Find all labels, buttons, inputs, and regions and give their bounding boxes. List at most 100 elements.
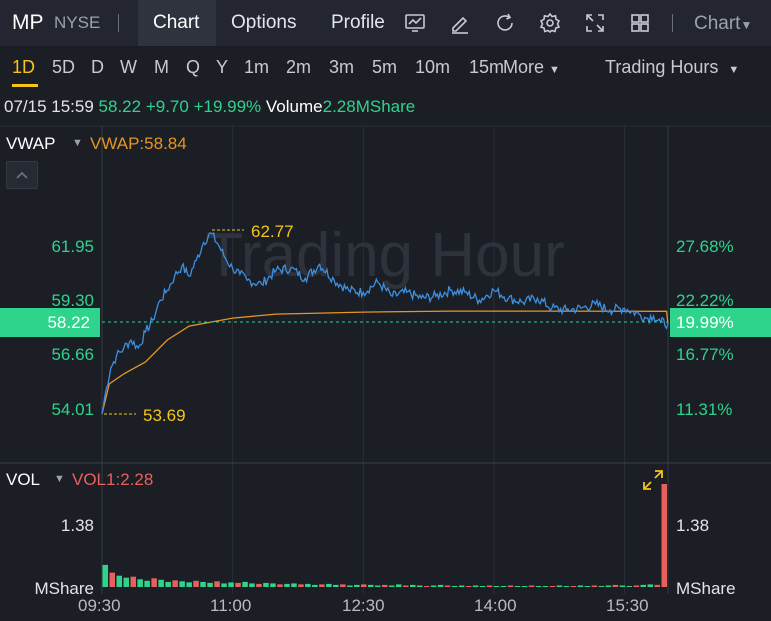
volume-bar bbox=[556, 585, 563, 587]
volume-bar bbox=[382, 584, 388, 587]
quote-info-line: 07/15 15:59 58.22 +9.70 +19.99% Volume2.… bbox=[4, 97, 415, 117]
volume-bar bbox=[403, 585, 409, 587]
timeframe-10m[interactable]: 10m bbox=[415, 57, 450, 78]
volume-bar bbox=[619, 585, 626, 587]
grid-layout-icon[interactable] bbox=[628, 11, 652, 35]
volume-bar bbox=[249, 583, 255, 587]
settings-gear-icon[interactable] bbox=[538, 11, 562, 35]
tab-chart[interactable]: Chart bbox=[138, 0, 216, 46]
volume-indicator-name[interactable]: VOL bbox=[6, 470, 40, 490]
indicator-dropdown-icon[interactable]: ▼ bbox=[72, 137, 83, 149]
volume-bar bbox=[102, 564, 108, 587]
volume-bar bbox=[577, 585, 584, 587]
trading-hours-label: Trading Hours bbox=[605, 57, 719, 77]
volume-bar bbox=[549, 586, 556, 587]
volume-bar bbox=[228, 582, 234, 587]
timeframe-y[interactable]: Y bbox=[216, 57, 228, 78]
refresh-icon[interactable] bbox=[493, 11, 517, 35]
volume-bar bbox=[193, 580, 199, 587]
vwap-polyline bbox=[101, 310, 669, 414]
volume-bar bbox=[116, 575, 122, 587]
draw-pen-icon[interactable] bbox=[448, 11, 472, 35]
percent-tick: 27.68% bbox=[676, 237, 734, 256]
timeframe-1m[interactable]: 1m bbox=[244, 57, 269, 78]
fullscreen-icon[interactable] bbox=[583, 11, 607, 35]
expand-icon[interactable] bbox=[641, 468, 665, 492]
timeframe-3m[interactable]: 3m bbox=[329, 57, 354, 78]
x-tick: 11:00 bbox=[210, 596, 252, 615]
toolbar-divider bbox=[118, 14, 119, 32]
x-tick: 15:30 bbox=[606, 596, 649, 615]
timeframe-q[interactable]: Q bbox=[186, 57, 200, 78]
quote-price: 58.22 bbox=[98, 97, 142, 116]
volume-bar bbox=[319, 584, 325, 587]
volume-bar bbox=[305, 583, 311, 587]
volume-bar bbox=[375, 585, 381, 587]
collapse-panel-button[interactable] bbox=[6, 161, 38, 189]
volume-bar bbox=[144, 580, 150, 587]
volume-bar bbox=[640, 584, 646, 587]
exchange-label: NYSE bbox=[54, 13, 101, 32]
volume-dropdown-icon[interactable]: ▼ bbox=[54, 473, 65, 485]
current-pct-badge: 19.99% bbox=[670, 308, 771, 337]
indicator-name[interactable]: VWAP bbox=[6, 134, 55, 154]
timeframe-w[interactable]: W bbox=[120, 57, 137, 78]
low-label: 53.69 bbox=[143, 406, 186, 425]
timeframe-5m[interactable]: 5m bbox=[372, 57, 397, 78]
timeframe-2m[interactable]: 2m bbox=[286, 57, 311, 78]
volume-bar bbox=[430, 585, 437, 587]
trading-hours-dropdown[interactable]: Trading Hours ▼ bbox=[605, 57, 739, 78]
price-tick: 61.95 bbox=[51, 237, 94, 256]
volume-bar bbox=[521, 586, 528, 587]
volume-bar bbox=[263, 582, 269, 587]
volume-bar bbox=[465, 586, 472, 587]
timeframe-1d[interactable]: 1D bbox=[12, 57, 35, 78]
volume-bar bbox=[284, 583, 290, 587]
volume-bar bbox=[654, 584, 660, 587]
volume-bar bbox=[500, 586, 507, 587]
volume-bar bbox=[389, 585, 395, 587]
current-price-badge: 58.22 bbox=[0, 308, 100, 337]
volume-tick-left: 1.38 bbox=[60, 516, 94, 535]
chart-area[interactable]: Trading Hour 62.77 53.69 bbox=[0, 124, 771, 621]
volume-bar bbox=[528, 585, 535, 587]
volume-bar bbox=[451, 586, 458, 587]
volume-bar bbox=[605, 585, 612, 587]
chart-indicator-icon[interactable] bbox=[403, 11, 427, 35]
active-timeframe-underline bbox=[12, 84, 38, 87]
more-label: More bbox=[503, 57, 545, 77]
volume-bar bbox=[109, 572, 115, 587]
x-tick: 12:30 bbox=[342, 596, 385, 615]
volume-unit-right: MShare bbox=[676, 579, 736, 598]
volume-bar bbox=[507, 585, 514, 587]
volume-bar bbox=[493, 586, 500, 587]
chart-type-dropdown[interactable]: Chart▼ bbox=[694, 13, 752, 35]
caret-down-icon: ▼ bbox=[549, 64, 560, 76]
chart-type-label: Chart bbox=[694, 13, 741, 34]
volume-bar bbox=[542, 586, 549, 587]
timeframe-d[interactable]: D bbox=[91, 57, 104, 78]
volume-bar bbox=[591, 585, 598, 587]
volume-bar bbox=[647, 584, 653, 587]
volume-bar bbox=[361, 584, 367, 587]
price-tick: 56.66 bbox=[51, 345, 94, 364]
volume-bar bbox=[186, 582, 192, 587]
tab-profile[interactable]: Profile bbox=[331, 12, 385, 34]
symbol-label: MP bbox=[12, 11, 44, 34]
chevron-up-icon bbox=[16, 171, 28, 179]
timeframe-15m[interactable]: 15m bbox=[469, 57, 503, 78]
volume-bar bbox=[340, 584, 346, 587]
volume-bar bbox=[410, 584, 416, 587]
volume-bar bbox=[277, 584, 283, 587]
volume-bar bbox=[535, 586, 542, 587]
more-dropdown[interactable]: More ▼ bbox=[503, 57, 560, 78]
quote-volume-value: 2.28MShare bbox=[322, 97, 416, 116]
volume-bar bbox=[396, 584, 402, 587]
x-tick: 09:30 bbox=[78, 596, 121, 615]
x-tick: 14:00 bbox=[474, 596, 517, 615]
timeframe-m[interactable]: M bbox=[154, 57, 169, 78]
volume-bar bbox=[612, 584, 619, 587]
timeframe-5d[interactable]: 5D bbox=[52, 57, 75, 78]
volume-bar bbox=[151, 578, 157, 587]
tab-options[interactable]: Options bbox=[231, 12, 296, 34]
